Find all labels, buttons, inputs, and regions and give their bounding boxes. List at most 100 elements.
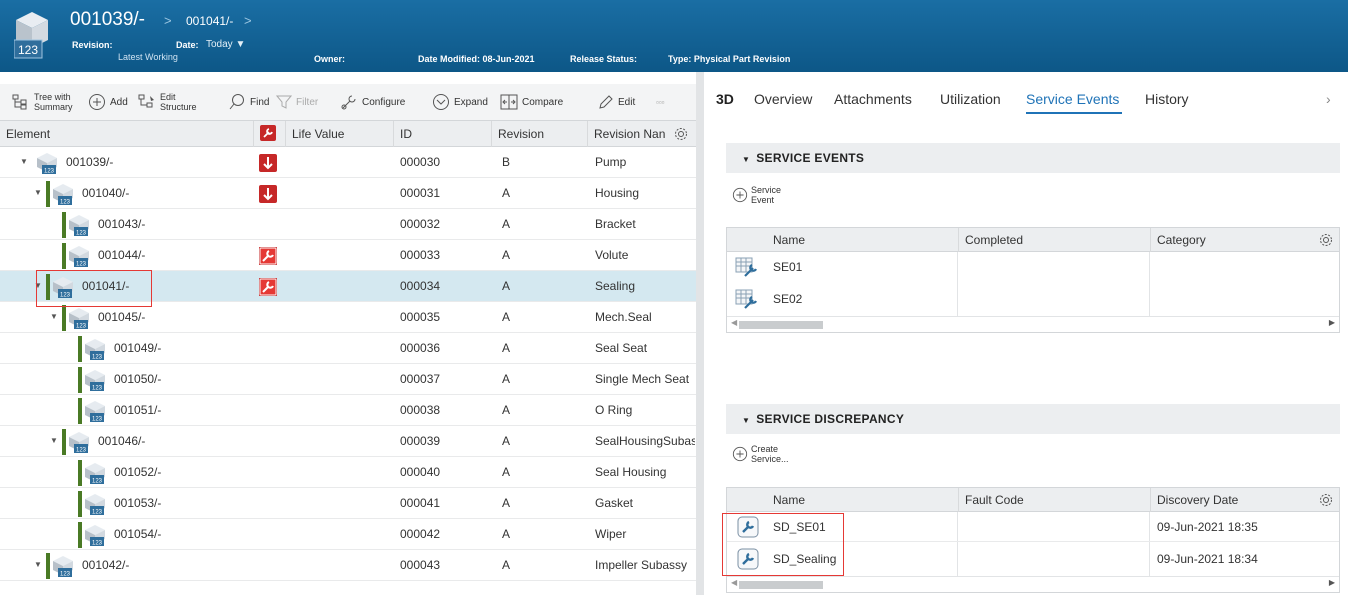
tree-level-bar <box>78 460 82 486</box>
column-header-element[interactable]: Element <box>0 121 254 147</box>
add-service-event-button[interactable]: Service Event <box>732 185 781 205</box>
find-button[interactable]: Find <box>228 84 269 120</box>
element-name[interactable]: 001044/- <box>98 240 145 270</box>
edit-structure-line1: Edit <box>160 92 176 102</box>
column-header-discovery-date[interactable]: Discovery Date <box>1151 488 1339 512</box>
table-row[interactable]: ▼ 123 001046/- 000039 A SealHousingSubas <box>0 426 696 457</box>
structure-toolbar: Tree with Summary Add Edit Structure Find … <box>0 84 696 120</box>
scroll-left-icon[interactable]: ◀ <box>731 578 737 587</box>
element-name[interactable]: 001052/- <box>114 457 161 487</box>
tab-3d[interactable]: 3D <box>716 91 734 107</box>
table-row[interactable]: ▼ 123 001040/- 000031 A Housing <box>0 178 696 209</box>
tab-history[interactable]: History <box>1145 91 1189 107</box>
table-row[interactable]: SE02 <box>727 284 1339 314</box>
column-header-revision[interactable]: Revision <box>492 121 588 147</box>
revision-name-cell: Volute <box>595 248 629 262</box>
tab-attachments[interactable]: Attachments <box>834 91 912 107</box>
tree-level-bar <box>78 367 82 393</box>
add-button[interactable]: Add <box>88 84 128 120</box>
table-row[interactable]: 123 001044/- 000033 A Volute <box>0 240 696 271</box>
expand-button[interactable]: Expand <box>432 84 488 120</box>
column-header-life-value[interactable]: Life Value <box>286 121 394 147</box>
part-cube-icon: 123 <box>84 400 106 423</box>
service-discrepancy-section-header[interactable]: ▼ SERVICE DISCREPANCY <box>726 404 1340 434</box>
table-row[interactable]: 123 001052/- 000040 A Seal Housing <box>0 457 696 488</box>
table-row[interactable]: SE01 <box>727 252 1339 282</box>
table-row[interactable]: 123 001049/- 000036 A Seal Seat <box>0 333 696 364</box>
gear-icon[interactable] <box>1319 233 1333 247</box>
tree-with-summary-button[interactable]: Tree with Summary <box>12 84 73 120</box>
tab-service-events[interactable]: Service Events <box>1026 91 1119 107</box>
column-header-completed[interactable]: Completed <box>959 228 1151 252</box>
panel-splitter[interactable] <box>696 72 704 595</box>
tabs-scroll-right-icon[interactable]: › <box>1326 91 1331 107</box>
gear-icon[interactable] <box>674 127 688 141</box>
element-name[interactable]: 001049/- <box>114 333 161 363</box>
expand-toggle-icon[interactable]: ▼ <box>20 147 28 177</box>
date-dropdown[interactable]: Today ▼ <box>206 39 245 50</box>
table-row[interactable]: ▼ 123 001042/- 000043 A Impeller Subassy <box>0 550 696 581</box>
column-header-revision-name[interactable]: Revision Nan <box>588 121 696 147</box>
tab-utilization[interactable]: Utilization <box>940 91 1001 107</box>
table-row[interactable]: ▼ 123 001039/- 000030 B Pump <box>0 147 696 178</box>
app-window: 123 001039/- > 001041/- > Revision: Late… <box>0 0 1348 595</box>
edit-structure-button[interactable]: Edit Structure <box>138 84 197 120</box>
compare-button[interactable]: Compare <box>500 84 563 120</box>
expand-toggle-icon[interactable]: ▼ <box>50 426 58 456</box>
element-name[interactable]: 001050/- <box>114 364 161 394</box>
svg-text:123: 123 <box>76 448 87 454</box>
configure-button[interactable]: Configure <box>340 84 405 120</box>
revision-cell: A <box>502 558 511 572</box>
element-name[interactable]: 001040/- <box>82 178 129 208</box>
table-row[interactable]: 123 001050/- 000037 A Single Mech Seat <box>0 364 696 395</box>
tree-level-bar <box>78 491 82 517</box>
column-header-id[interactable]: ID <box>394 121 492 147</box>
element-name[interactable]: 001043/- <box>98 209 145 239</box>
expand-toggle-icon[interactable]: ▼ <box>34 178 42 208</box>
id-cell: 000039 <box>400 434 441 448</box>
scroll-left-icon[interactable]: ◀ <box>731 318 737 327</box>
column-header-fault-code[interactable]: Fault Code <box>959 488 1151 512</box>
search-icon <box>229 94 244 110</box>
gear-icon[interactable] <box>1319 493 1333 507</box>
column-header-category[interactable]: Category <box>1151 228 1339 252</box>
revision-name-cell: SealHousingSubas <box>595 434 695 448</box>
table-row[interactable]: 123 001053/- 000041 A Gasket <box>0 488 696 519</box>
scroll-right-icon[interactable]: ▶ <box>1329 318 1335 327</box>
scrollbar-thumb[interactable] <box>739 581 823 589</box>
column-header-service-indicator[interactable] <box>254 121 286 147</box>
column-header-name[interactable]: Name <box>767 488 959 512</box>
filter-button[interactable]: Filter <box>276 84 318 120</box>
chevron-down-icon: ▼ <box>235 39 246 50</box>
breadcrumb-root[interactable]: 001039/- <box>70 9 145 31</box>
horizontal-scrollbar[interactable]: ◀ ▶ <box>727 576 1339 592</box>
element-name[interactable]: 001042/- <box>82 550 129 580</box>
id-cell: 000035 <box>400 310 441 324</box>
element-name[interactable]: 001039/- <box>66 147 113 177</box>
service-event-name[interactable]: SE02 <box>773 284 802 314</box>
tree-icon <box>12 94 27 110</box>
down-arrow-badge-icon <box>259 185 277 203</box>
tab-overview[interactable]: Overview <box>754 91 812 107</box>
element-name[interactable]: 001051/- <box>114 395 161 425</box>
breadcrumb-current[interactable]: 001041/- <box>186 14 233 28</box>
service-event-name[interactable]: SE01 <box>773 252 802 282</box>
element-name[interactable]: 001054/- <box>114 519 161 549</box>
service-events-section-header[interactable]: ▼ SERVICE EVENTS <box>726 143 1340 173</box>
table-row[interactable]: 123 001043/- 000032 A Bracket <box>0 209 696 240</box>
scroll-right-icon[interactable]: ▶ <box>1329 578 1335 587</box>
create-service-discrepancy-button[interactable]: Create Service... <box>732 444 789 464</box>
more-actions-button[interactable]: ▫▫▫ <box>656 84 665 120</box>
column-header-name[interactable]: Name <box>767 228 959 252</box>
scrollbar-thumb[interactable] <box>739 321 823 329</box>
table-row[interactable]: 123 001054/- 000042 A Wiper <box>0 519 696 550</box>
add-circle-icon <box>732 187 748 203</box>
expand-toggle-icon[interactable]: ▼ <box>34 550 42 580</box>
edit-button[interactable]: Edit <box>598 84 635 120</box>
element-name[interactable]: 001046/- <box>98 426 145 456</box>
element-name[interactable]: 001053/- <box>114 488 161 518</box>
structure-grid-header: Element Life Value ID Revision Revision … <box>0 120 696 147</box>
horizontal-scrollbar[interactable]: ◀ ▶ <box>727 316 1339 332</box>
table-row[interactable]: 123 001051/- 000038 A O Ring <box>0 395 696 426</box>
part-cube-icon: 123 <box>14 12 48 59</box>
